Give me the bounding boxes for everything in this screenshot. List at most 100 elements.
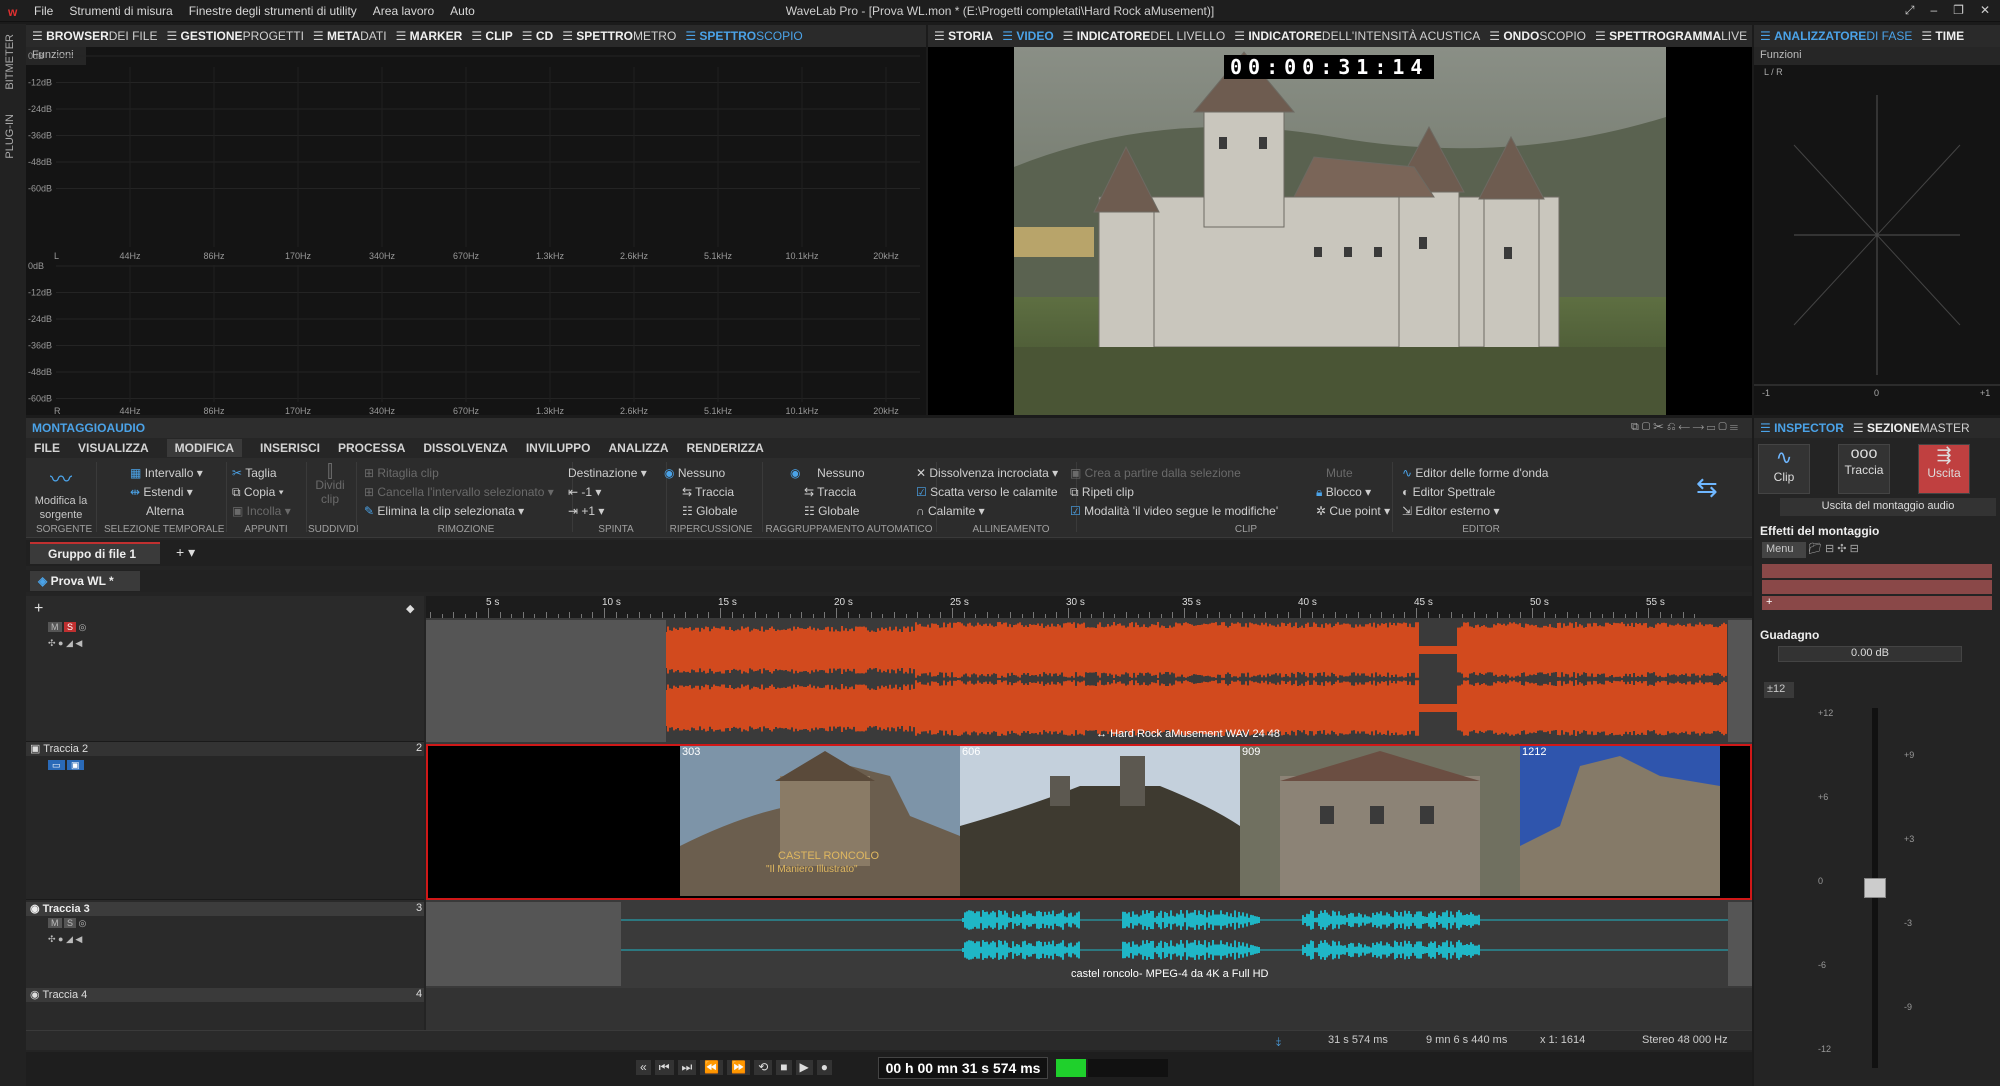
gain-value-field[interactable]: 0.00 dB (1778, 646, 1962, 662)
top-left-tab-0[interactable]: ☰ BROWSERDEI FILE (32, 29, 157, 43)
inspector-clip-button[interactable]: ∿ Clip (1758, 444, 1810, 494)
top-right-tab-0[interactable]: ☰ ANALIZZATOREDI FASE (1760, 29, 1912, 43)
estendi-button[interactable]: ⇹ Estendi ▾ (130, 485, 193, 499)
track-1-controls[interactable]: M S ◎ (48, 622, 86, 633)
intervallo-button[interactable]: ▦ Intervallo ▾ (130, 466, 203, 480)
rewind-icon[interactable]: ⏪ (700, 1060, 724, 1075)
time-ruler[interactable]: 5 s 10 s 15 s 20 s 25 s 30 s 35 s 40 s 45 s 50 s 5… (426, 596, 1752, 618)
cue-point-button[interactable]: ✲ Cue point ▾ (1316, 504, 1390, 518)
uscita-montaggio-label[interactable]: Uscita del montaggio audio (1780, 498, 1996, 516)
play-icon[interactable]: ▶ (795, 1060, 813, 1075)
editor-forme-onda-button[interactable]: ∿ Editor delle forme d'onda (1402, 466, 1548, 480)
blocco-button[interactable]: 🔒︎ Blocco ▾ (1316, 485, 1371, 500)
track-1-controls-2[interactable]: ✣ ● ◢ ◀ (48, 638, 82, 649)
effetti-toolbar[interactable]: 📁︎ ⊟ ✣ ⊟ (1808, 542, 1859, 555)
phase-funzioni-button[interactable]: Funzioni (1754, 47, 2000, 65)
next-marker-icon[interactable]: ⏭ (677, 1060, 697, 1075)
ribbon-tab-renderizza[interactable]: RENDERIZZA (687, 441, 764, 455)
add-group-button[interactable]: + ▾ (176, 544, 195, 561)
audio-clip-castel-roncolo[interactable]: castel roncolo- MPEG-4 da 4K a Full HD (620, 902, 1728, 986)
incolla-button[interactable]: ▣ Incolla ▾ (232, 504, 291, 518)
track-4-name[interactable]: ◉ Traccia 4 (30, 988, 87, 1001)
maximize-icon[interactable]: ❐ (1953, 3, 1964, 18)
ribbon-tab-analizza[interactable]: ANALIZZA (609, 441, 669, 455)
stop-icon[interactable]: ■ (776, 1060, 792, 1075)
minimize-icon[interactable]: – (1930, 3, 1937, 18)
rewind-start-icon[interactable]: « (636, 1060, 651, 1075)
crea-da-selezione-button[interactable]: ▣ Crea a partire dalla selezione (1070, 466, 1241, 480)
top-mid-tab-3[interactable]: ☰ INDICATOREDELL'INTENSITÀ ACUSTICA (1234, 29, 1480, 43)
cancella-intervallo-button[interactable]: ⊞ Cancella l'intervallo selezionato ▾ (364, 485, 554, 499)
destinazione-dropdown[interactable]: Destinazione ▾ (568, 466, 647, 480)
top-mid-tab-0[interactable]: ☰ STORIA (934, 29, 993, 43)
montage-header-icons[interactable]: ⧉ ▢ ✂ ⎌ ⟵ ⟶ ▭ ▢ ☰ (1631, 421, 1738, 434)
inspector-tab-0[interactable]: ☰ INSPECTOR (1760, 421, 1844, 435)
ritaglia-clip-button[interactable]: ⊞ Ritaglia clip (364, 466, 439, 480)
snap-arrows-icon[interactable]: ⇆ (1696, 472, 1718, 503)
top-left-tab-6[interactable]: ☰ SPETTROMETRO (562, 29, 676, 43)
ribbon-tab-dissolvenza[interactable]: DISSOLVENZA (423, 441, 507, 455)
raggruppamento-globale[interactable]: ☷ Globale (804, 504, 859, 518)
restore-icon[interactable]: ⤢ (1905, 3, 1915, 18)
timeline-area[interactable]: 5 s 10 s 15 s 20 s 25 s 30 s 35 s 40 s 45 s 50 s 5… (426, 596, 1752, 1036)
editor-esterno-button[interactable]: ⇲ Editor esterno ▾ (1402, 504, 1499, 518)
inspector-tab-1[interactable]: ☰ SEZIONEMASTER (1853, 421, 1970, 435)
scatta-calamite-checkbox[interactable]: ☑ Scatta verso le calamite (916, 485, 1058, 499)
top-left-tab-5[interactable]: ☰ CD (522, 29, 553, 43)
top-mid-tab-4[interactable]: ☰ ONDOSCOPIO (1489, 29, 1586, 43)
editor-spettrale-button[interactable]: ◐ Editor Spettrale (1402, 485, 1495, 499)
spinta-plus-button[interactable]: ⇥ +1 ▾ (568, 504, 604, 518)
sidebar-bitmeter[interactable]: BITMETER (4, 34, 16, 90)
fader-handle[interactable] (1864, 878, 1886, 898)
ripercussione-nessuno[interactable]: ◉ Nessuno (664, 466, 725, 480)
close-icon[interactable]: ✕ (1980, 3, 1990, 18)
effetti-menu-button[interactable]: Menu (1762, 542, 1806, 558)
spinta-minus-button[interactable]: ⇤ -1 ▾ (568, 485, 601, 499)
top-mid-tab-2[interactable]: ☰ INDICATOREDEL LIVELLO (1063, 29, 1226, 43)
dividi-clip-button[interactable]: ⫿ Dividi clip (310, 462, 350, 506)
mute-button[interactable]: Mute (1326, 466, 1353, 480)
inspector-uscita-button[interactable]: ⇶ Uscita (1918, 444, 1970, 494)
ribbon-tab-visualizza[interactable]: VISUALIZZA (78, 441, 149, 455)
effect-slot-2[interactable] (1762, 580, 1992, 594)
elimina-clip-button[interactable]: ✎ Elimina la clip selezionata ▾ (364, 504, 524, 518)
ribbon-tab-inviluppo[interactable]: INVILUPPO (526, 441, 591, 455)
track-2-controls[interactable]: ▭ ▣ (48, 760, 84, 771)
add-track-button[interactable]: + (34, 600, 43, 618)
file-group-tab[interactable]: Gruppo di file 1 (30, 542, 160, 564)
effect-slot-1[interactable] (1762, 564, 1992, 578)
ribbon-tab-file[interactable]: FILE (34, 441, 60, 455)
track-3-controls[interactable]: M S ◎ (48, 918, 86, 929)
ribbon-tab-modifica[interactable]: MODIFICA (166, 439, 242, 457)
top-mid-tab-5[interactable]: ☰ SPETTROGRAMMALIVE (1595, 29, 1747, 43)
audio-clip-hard-rock[interactable]: ↔ Hard Rock aMusement WAV 24 48 (665, 620, 1728, 742)
taglia-button[interactable]: ✂ Taglia (232, 466, 277, 480)
sidebar-plugin[interactable]: PLUG-IN (4, 114, 16, 159)
top-left-tab-4[interactable]: ☰ CLIP (471, 29, 512, 43)
track-2-name[interactable]: ▣ Traccia 2 (30, 742, 88, 755)
video-clip[interactable]: CASTEL RONCOLO "Il Maniero Illustrato" 3… (426, 744, 1752, 900)
forward-icon[interactable]: ⏩ (727, 1060, 751, 1075)
transport-time-display[interactable]: 00 h 00 mn 31 s 574 ms (878, 1057, 1048, 1079)
top-right-tab-1[interactable]: ☰ TIME (1921, 29, 1964, 43)
top-left-tab-1[interactable]: ☰ GESTIONEPROGETTI (166, 29, 303, 43)
ribbon-tab-inserisci[interactable]: INSERISCI (260, 441, 320, 455)
ripercussione-globale[interactable]: ☷ Globale (682, 504, 737, 518)
dissolvenza-incrociata-button[interactable]: ✕ Dissolvenza incrociata ▾ (916, 466, 1058, 480)
ripeti-clip-button[interactable]: ⧉ Ripeti clip (1070, 485, 1134, 500)
top-mid-tab-1[interactable]: ☰ VIDEO (1002, 29, 1053, 43)
top-left-tab-2[interactable]: ☰ METADATI (313, 29, 387, 43)
track-3-controls-2[interactable]: ✣ ● ◢ ◀ (48, 934, 82, 945)
track-options-icon[interactable]: ◆ (406, 602, 414, 615)
ribbon-tab-processa[interactable]: PROCESSA (338, 441, 405, 455)
calamite-dropdown[interactable]: ∩ Calamite ▾ (916, 504, 985, 518)
video-segue-checkbox[interactable]: ☑ Modalità 'il video segue le modifiche' (1070, 504, 1278, 518)
record-icon[interactable]: ● (816, 1060, 833, 1075)
prev-marker-icon[interactable]: ⏮ (654, 1060, 674, 1075)
alterna-button[interactable]: Alterna (146, 504, 184, 518)
copia-button[interactable]: ⧉ Copia ▾ (232, 485, 284, 500)
montage-doc-tab[interactable]: ◈ Prova WL * (30, 571, 140, 591)
track-3-name[interactable]: ◉ Traccia 3 (30, 902, 90, 915)
effect-add-slot[interactable]: + (1762, 596, 1992, 610)
raggruppamento-traccia[interactable]: ⇆ Traccia (804, 485, 856, 499)
